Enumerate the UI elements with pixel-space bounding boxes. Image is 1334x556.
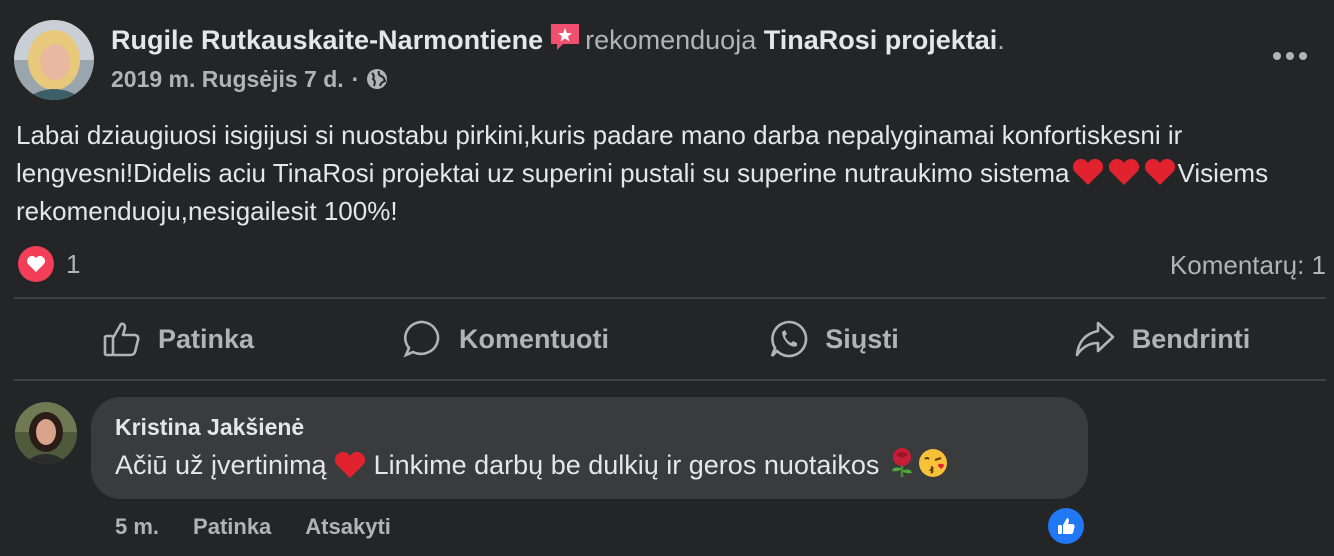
- divider-bottom: [14, 379, 1326, 381]
- rose-emoji: [887, 447, 917, 488]
- post-text-part1: Labai dziaugiuosi isigijusi si nuostabu …: [16, 120, 1183, 188]
- recommendation-star-icon: [549, 22, 581, 61]
- post-header: Rugile Rutkauskaite-Narmontiene rekomendu…: [111, 22, 1005, 61]
- comment-meta: 5 m. Patinka Atsakyti: [115, 512, 425, 542]
- page-name[interactable]: TinaRosi projektai: [764, 25, 998, 55]
- like-reaction-icon[interactable]: [1048, 508, 1084, 544]
- kissing-face-emoji: [917, 447, 949, 488]
- comment-text: Ačiū už įvertinimą Linkime darbų be dulk…: [115, 447, 949, 488]
- meta-separator: ·: [351, 66, 360, 92]
- post-meta: 2019 m. Rugsėjis 7 d. ·: [111, 64, 389, 98]
- post-body: Labai dziaugiuosi isigijusi si nuostabu …: [16, 116, 1316, 230]
- comment-time[interactable]: 5 m.: [115, 512, 159, 542]
- reaction-summary[interactable]: 1: [18, 246, 80, 282]
- share-icon: [1075, 321, 1115, 357]
- author-avatar[interactable]: [14, 20, 94, 100]
- love-reaction-icon: [18, 246, 54, 282]
- recommends-text: rekomenduoja: [585, 25, 757, 55]
- author-name[interactable]: Rugile Rutkauskaite-Narmontiene: [111, 25, 543, 55]
- commenter-avatar[interactable]: [15, 402, 77, 464]
- comment-icon: [403, 320, 440, 358]
- globe-icon: [365, 67, 389, 98]
- comment-text-part1: Ačiū už įvertinimą: [115, 450, 327, 480]
- reaction-count: 1: [66, 248, 81, 279]
- heart-emoji: [334, 451, 366, 488]
- post-date[interactable]: 2019 m. Rugsėjis 7 d.: [111, 66, 344, 92]
- period: .: [997, 25, 1005, 55]
- send-label: Siųsti: [825, 323, 899, 354]
- comment-bubble: Kristina Jakšienė Ačiū už įvertinimą Lin…: [91, 397, 1088, 499]
- comment-button[interactable]: Komentuoti: [342, 300, 670, 378]
- commenter-name[interactable]: Kristina Jakšienė: [115, 411, 304, 443]
- share-label: Bendrinti: [1131, 323, 1251, 354]
- comments-count[interactable]: Komentarų: 1: [1170, 248, 1326, 282]
- more-options-button[interactable]: [1268, 44, 1312, 68]
- thumbs-up-icon: [103, 322, 140, 357]
- action-bar: Patinka Komentuoti Siųsti Bendrinti: [14, 300, 1326, 378]
- comment-reply-button[interactable]: Atsakyti: [305, 512, 391, 542]
- comment-like-button[interactable]: Patinka: [193, 512, 271, 542]
- more-options-icon: [1273, 52, 1307, 60]
- send-button[interactable]: Siųsti: [670, 300, 998, 378]
- like-label: Patinka: [157, 323, 255, 354]
- hearts-emoji: [1070, 158, 1178, 188]
- comment-label: Komentuoti: [459, 323, 609, 354]
- comment-text-part2: Linkime darbų be dulkių ir geros nuotaik…: [373, 450, 880, 480]
- like-button[interactable]: Patinka: [14, 300, 342, 378]
- whatsapp-icon: [771, 320, 808, 358]
- share-button[interactable]: Bendrinti: [998, 300, 1326, 378]
- divider-top: [14, 297, 1326, 299]
